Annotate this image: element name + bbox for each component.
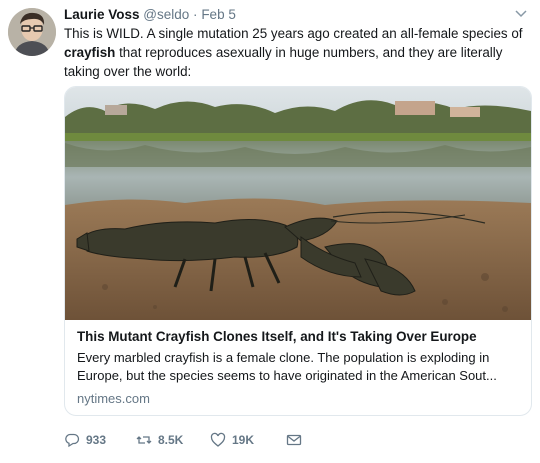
tweet-text-bold: crayfish: [64, 45, 116, 60]
like-count: 19K: [232, 433, 255, 447]
reply-icon: [65, 433, 80, 448]
direct-message-button[interactable]: [286, 431, 302, 449]
retweet-button[interactable]: 8.5K: [136, 431, 183, 449]
chevron-down-icon[interactable]: [514, 8, 528, 18]
card-description: Every marbled crayfish is a female clone…: [77, 350, 497, 383]
link-card[interactable]: This Mutant Crayfish Clones Itself, and …: [64, 86, 532, 416]
retweet-count: 8.5K: [158, 433, 184, 447]
tweet-text-part1: This is WILD. A single mutation 25 years…: [64, 26, 523, 41]
tweet-header: Laurie Voss @seldo · Feb 5: [64, 6, 236, 24]
card-image: [65, 87, 531, 320]
author-name[interactable]: Laurie Voss: [64, 7, 140, 22]
tweet-text-part2: that reproduces asexually in huge number…: [64, 45, 503, 79]
author-handle[interactable]: @seldo: [143, 7, 189, 22]
avatar[interactable]: [8, 8, 56, 56]
tweet-text: This is WILD. A single mutation 25 years…: [64, 24, 532, 81]
separator: ·: [193, 7, 198, 22]
reply-count: 933: [86, 433, 107, 447]
like-icon: [210, 432, 226, 447]
reply-button[interactable]: 933: [64, 431, 106, 449]
card-title[interactable]: This Mutant Crayfish Clones Itself, and …: [77, 328, 519, 346]
tweet-date[interactable]: Feb 5: [201, 7, 236, 22]
like-button[interactable]: 19K: [210, 431, 254, 449]
tweet-actions: 933 8.5K 19K: [64, 431, 364, 451]
message-icon: [286, 434, 302, 446]
retweet-icon: [136, 436, 152, 444]
card-domain: nytimes.com: [77, 391, 150, 406]
